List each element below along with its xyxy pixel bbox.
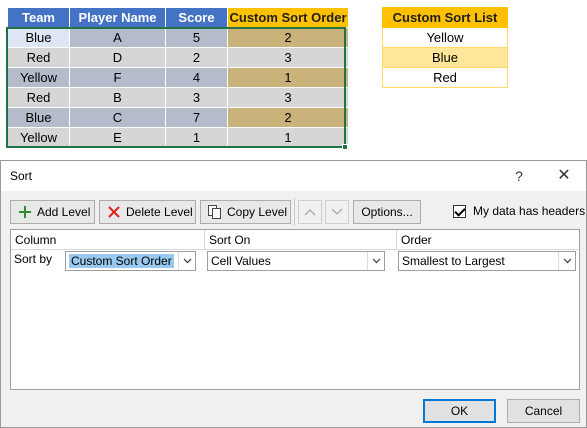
close-button[interactable]: ✕ xyxy=(551,165,577,187)
cell-player[interactable]: C xyxy=(69,107,166,128)
cell-team[interactable]: Red xyxy=(7,87,70,108)
chevron-down-icon[interactable] xyxy=(178,252,195,270)
column-select[interactable]: Custom Sort Order xyxy=(65,251,196,271)
data-table: Team Player Name Score Custom Sort Order… xyxy=(7,7,349,148)
fill-handle[interactable] xyxy=(342,144,348,150)
table-row: Blue A 5 2 xyxy=(7,27,349,48)
cell-custom-order[interactable]: 3 xyxy=(227,47,349,68)
table-row: Blue C 7 2 xyxy=(7,107,349,128)
move-down-button[interactable] xyxy=(325,200,349,224)
cell-team[interactable]: Blue xyxy=(7,27,70,48)
table-row: Yellow E 1 1 xyxy=(7,127,349,148)
plus-icon xyxy=(17,204,33,220)
add-level-button[interactable]: Add Level xyxy=(10,200,95,224)
cell-player[interactable]: F xyxy=(69,67,166,88)
chevron-down-icon xyxy=(331,205,343,219)
sort-by-label: Sort by xyxy=(14,252,53,266)
list-item[interactable]: Yellow xyxy=(382,27,508,48)
delete-level-label: Delete Level xyxy=(126,205,193,219)
ok-button[interactable]: OK xyxy=(423,399,496,423)
checkbox-checked-icon[interactable] xyxy=(453,204,466,218)
order-select[interactable]: Smallest to Largest xyxy=(398,251,576,271)
chevron-down-icon[interactable] xyxy=(558,252,575,270)
cell-custom-order[interactable]: 2 xyxy=(227,27,349,48)
cell-score[interactable]: 5 xyxy=(165,27,228,48)
column-header-team[interactable]: Team xyxy=(7,7,70,28)
sort-on-select-value: Cell Values xyxy=(211,254,271,268)
table-row: Yellow F 4 1 xyxy=(7,67,349,88)
sort-on-header: Sort On xyxy=(205,230,397,250)
copy-icon xyxy=(207,204,223,220)
toolbar-separator xyxy=(294,198,295,226)
cell-custom-order[interactable]: 3 xyxy=(227,87,349,108)
table-row: Red D 2 3 xyxy=(7,47,349,68)
column-header-player-name[interactable]: Player Name xyxy=(69,7,166,28)
cell-custom-order[interactable]: 1 xyxy=(227,127,349,148)
custom-sort-list-header[interactable]: Custom Sort List xyxy=(382,7,508,28)
spreadsheet-area: Team Player Name Score Custom Sort Order… xyxy=(0,0,587,160)
sort-dialog: Sort ? ✕ Add Level Delete Level Copy Lev… xyxy=(0,160,587,428)
table-header-row: Team Player Name Score Custom Sort Order xyxy=(7,7,349,28)
options-button[interactable]: Options... xyxy=(353,200,421,224)
chevron-down-icon[interactable] xyxy=(367,252,384,270)
delete-level-button[interactable]: Delete Level xyxy=(99,200,196,224)
copy-level-label: Copy Level xyxy=(227,205,288,219)
table-row: Red B 3 3 xyxy=(7,87,349,108)
list-item[interactable]: Red xyxy=(382,67,508,88)
move-up-button[interactable] xyxy=(298,200,322,224)
dialog-titlebar[interactable]: Sort ? ✕ xyxy=(1,161,586,191)
column-header: Column xyxy=(11,230,205,250)
my-data-has-headers-label: My data has headers xyxy=(473,204,586,218)
delete-x-icon xyxy=(106,204,122,220)
column-header-score[interactable]: Score xyxy=(165,7,228,28)
copy-level-button[interactable]: Copy Level xyxy=(200,200,291,224)
cell-custom-order[interactable]: 2 xyxy=(227,107,349,128)
cell-score[interactable]: 3 xyxy=(165,87,228,108)
chevron-up-icon xyxy=(304,205,316,219)
column-header-custom-sort-order[interactable]: Custom Sort Order xyxy=(227,7,349,28)
cell-player[interactable]: E xyxy=(69,127,166,148)
help-button[interactable]: ? xyxy=(506,165,532,187)
cell-team[interactable]: Red xyxy=(7,47,70,68)
cell-score[interactable]: 1 xyxy=(165,127,228,148)
cell-player[interactable]: D xyxy=(69,47,166,68)
cell-team[interactable]: Yellow xyxy=(7,127,70,148)
order-header: Order xyxy=(397,230,579,250)
custom-sort-list-table: Custom Sort List Yellow Blue Red xyxy=(382,7,508,88)
cell-score[interactable]: 4 xyxy=(165,67,228,88)
cell-score[interactable]: 7 xyxy=(165,107,228,128)
order-select-value: Smallest to Largest xyxy=(402,254,505,268)
list-item[interactable]: Blue xyxy=(382,47,508,68)
cell-custom-order[interactable]: 1 xyxy=(227,67,349,88)
my-data-has-headers-checkbox[interactable]: My data has headers xyxy=(453,204,585,218)
cell-player[interactable]: A xyxy=(69,27,166,48)
cell-player[interactable]: B xyxy=(69,87,166,108)
sort-levels-list: Column Sort On Order Sort by Custom Sort… xyxy=(10,229,580,390)
cancel-button[interactable]: Cancel xyxy=(507,399,580,423)
sort-on-select[interactable]: Cell Values xyxy=(207,251,385,271)
cell-team[interactable]: Blue xyxy=(7,107,70,128)
column-select-value: Custom Sort Order xyxy=(69,254,174,268)
cell-score[interactable]: 2 xyxy=(165,47,228,68)
add-level-label: Add Level xyxy=(37,205,91,219)
dialog-title: Sort xyxy=(10,169,33,183)
cell-team[interactable]: Yellow xyxy=(7,67,70,88)
